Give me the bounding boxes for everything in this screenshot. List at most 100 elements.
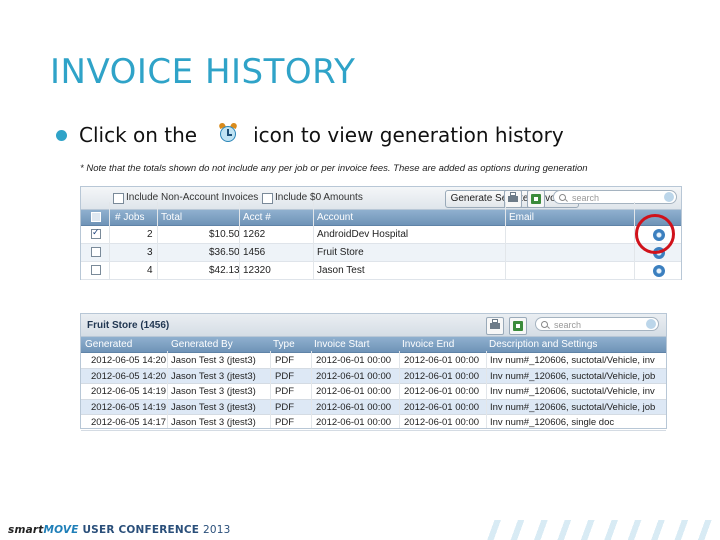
cell-acct: 1262	[243, 229, 266, 240]
export-excel-button[interactable]	[527, 190, 545, 208]
cell-invoice-end: 2012-06-01 00:00	[404, 355, 480, 366]
cell-account: Jason Test	[317, 265, 365, 276]
search-go-icon[interactable]	[664, 192, 674, 202]
printer-icon	[490, 319, 500, 329]
cell-invoice-start: 2012-06-01 00:00	[316, 417, 392, 428]
invoices-grid: Include Non-Account Invoices Include $0 …	[80, 186, 682, 280]
cell-generated: 2012-06-05 14:19	[91, 386, 167, 397]
column-header-account[interactable]: Account	[317, 212, 353, 223]
cell-description: Inv num#_120606, suctotal/Vehicle, job	[490, 401, 656, 413]
cell-type: PDF	[275, 401, 294, 413]
include-zero-amounts-label: Include $0 Amounts	[275, 192, 363, 203]
history-panel-header: Fruit Store (1456) search	[81, 314, 666, 337]
generation-history-icon[interactable]	[653, 265, 665, 277]
history-row[interactable]: 2012-06-05 14:17 Jason Test 3 (jtest3) P…	[81, 415, 666, 431]
cell-generated-by: Jason Test 3 (jtest3)	[171, 370, 256, 382]
cell-acct: 12320	[243, 265, 271, 276]
column-header-invoice-end[interactable]: Invoice End	[402, 339, 454, 350]
invoices-toolbar: Include Non-Account Invoices Include $0 …	[81, 187, 681, 210]
footer-decoration	[486, 520, 720, 540]
slide-title: INVOICE HISTORY	[50, 52, 356, 92]
column-header-total[interactable]: Total	[161, 212, 182, 223]
bullet-dot	[56, 129, 67, 141]
history-row[interactable]: 2012-06-05 14:19 Jason Test 3 (jtest3) P…	[81, 384, 666, 400]
print-button[interactable]	[504, 190, 522, 208]
cell-total: $36.50	[209, 247, 240, 258]
include-non-account-checkbox[interactable]	[113, 193, 124, 204]
cell-generated: 2012-06-05 14:20	[91, 355, 167, 366]
instruction-bullet: Click on the icon to view generation his…	[56, 120, 564, 150]
cell-description: Inv num#_120606, suctotal/Vehicle, job	[490, 370, 656, 382]
include-zero-amounts-checkbox[interactable]	[262, 193, 273, 204]
column-header-email[interactable]: Email	[509, 212, 534, 223]
cell-description: Inv num#_120606, suctotal/Vehicle, inv	[490, 386, 655, 397]
history-row[interactable]: 2012-06-05 14:20 Jason Test 3 (jtest3) P…	[81, 368, 666, 384]
cell-type: PDF	[275, 386, 294, 397]
cell-jobs: 3	[147, 247, 153, 258]
generation-history-panel: Fruit Store (1456) search Generated Gene…	[80, 313, 667, 431]
cell-type: PDF	[275, 417, 294, 428]
column-header-type[interactable]: Type	[273, 339, 295, 350]
cell-generated: 2012-06-05 14:17	[91, 417, 167, 428]
invoices-grid-header: # Jobs Total Acct # Account Email	[81, 210, 681, 226]
cell-total: $10.50	[209, 229, 240, 240]
export-excel-button[interactable]	[509, 317, 527, 335]
cell-generated-by: Jason Test 3 (jtest3)	[171, 386, 256, 397]
column-header-description[interactable]: Description and Settings	[489, 339, 597, 350]
cell-type: PDF	[275, 355, 294, 366]
column-header-invoice-start[interactable]: Invoice Start	[314, 339, 370, 350]
cell-account: AndroidDev Hospital	[317, 229, 409, 240]
history-search-input[interactable]: search	[535, 317, 659, 331]
search-icon	[559, 194, 566, 201]
cell-invoice-end: 2012-06-01 00:00	[404, 386, 480, 397]
table-row[interactable]: 4 $42.13 12320 Jason Test	[81, 262, 681, 280]
print-button[interactable]	[486, 317, 504, 335]
cell-generated-by: Jason Test 3 (jtest3)	[171, 401, 256, 413]
history-icon-highlight	[635, 214, 675, 254]
alarm-clock-icon	[218, 121, 238, 143]
cell-type: PDF	[275, 370, 294, 382]
table-row[interactable]: 2 $10.50 1262 AndroidDev Hospital	[81, 226, 681, 244]
cell-invoice-end: 2012-06-01 00:00	[404, 417, 480, 428]
conference-logo: smartMOVE USER CONFERENCE 2013	[8, 524, 231, 536]
cell-description: Inv num#_120606, suctotal/Vehicle, inv	[490, 355, 655, 366]
row-checkbox[interactable]	[91, 227, 101, 239]
bullet-text-suffix: icon to view generation history	[253, 123, 564, 147]
cell-generated-by: Jason Test 3 (jtest3)	[171, 355, 256, 366]
history-row[interactable]: 2012-06-05 14:19 Jason Test 3 (jtest3) P…	[81, 399, 666, 415]
cell-account: Fruit Store	[317, 247, 364, 258]
cell-generated-by: Jason Test 3 (jtest3)	[171, 417, 256, 428]
history-grid-header: Generated Generated By Type Invoice Star…	[81, 337, 666, 353]
cell-acct: 1456	[243, 247, 266, 258]
column-header-generated[interactable]: Generated	[85, 339, 132, 350]
column-header-jobs[interactable]: # Jobs	[115, 212, 144, 223]
cell-description: Inv num#_120606, single doc	[490, 417, 615, 428]
cell-generated: 2012-06-05 14:19	[91, 401, 167, 413]
printer-icon	[508, 192, 518, 202]
cell-invoice-end: 2012-06-01 00:00	[404, 370, 480, 382]
table-row[interactable]: 3 $36.50 1456 Fruit Store	[81, 244, 681, 262]
select-all-checkbox[interactable]	[91, 212, 101, 222]
search-go-icon[interactable]	[646, 319, 656, 329]
search-icon	[541, 321, 548, 328]
column-header-acct[interactable]: Acct #	[243, 212, 271, 223]
history-row[interactable]: 2012-06-05 14:20 Jason Test 3 (jtest3) P…	[81, 353, 666, 369]
history-panel-title: Fruit Store (1456)	[87, 320, 170, 331]
column-header-generated-by[interactable]: Generated By	[171, 339, 233, 350]
totals-note: * Note that the totals shown do not incl…	[80, 163, 588, 174]
cell-invoice-start: 2012-06-01 00:00	[316, 386, 392, 397]
excel-icon	[531, 194, 541, 204]
bullet-text-prefix: Click on the	[79, 123, 198, 147]
row-checkbox[interactable]	[91, 265, 101, 275]
cell-total: $42.13	[209, 265, 240, 276]
cell-invoice-start: 2012-06-01 00:00	[316, 401, 392, 413]
cell-invoice-end: 2012-06-01 00:00	[404, 401, 480, 413]
cell-generated: 2012-06-05 14:20	[91, 370, 167, 382]
cell-invoice-start: 2012-06-01 00:00	[316, 370, 392, 382]
excel-icon	[513, 321, 523, 331]
cell-jobs: 4	[147, 265, 153, 276]
invoices-search-input[interactable]: search	[553, 190, 677, 204]
cell-invoice-start: 2012-06-01 00:00	[316, 355, 392, 366]
row-checkbox[interactable]	[91, 247, 101, 257]
cell-jobs: 2	[147, 229, 153, 240]
